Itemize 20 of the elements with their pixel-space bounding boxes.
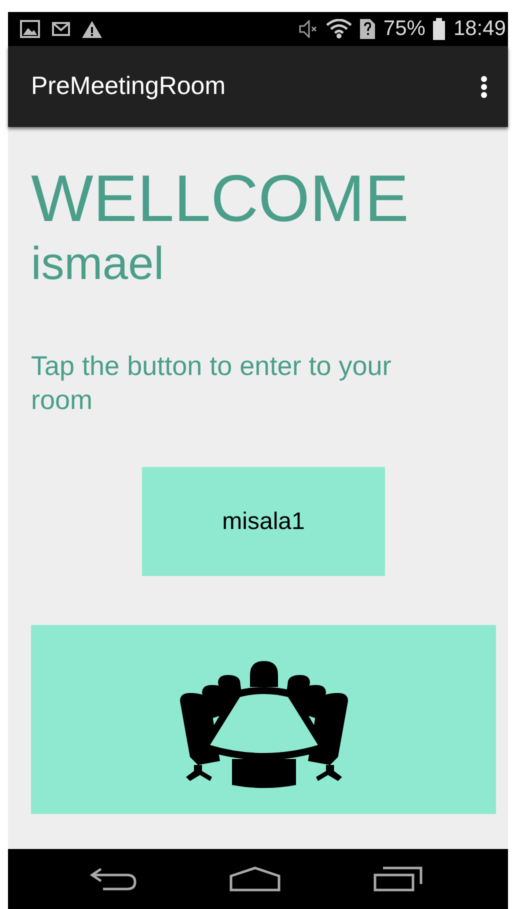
meeting-room-button[interactable] bbox=[31, 625, 496, 814]
room-button[interactable]: misala1 bbox=[142, 467, 385, 576]
mute-icon bbox=[298, 20, 318, 38]
warning-icon bbox=[82, 20, 102, 38]
clock-time: 18:49 bbox=[453, 17, 506, 41]
overflow-menu-icon[interactable] bbox=[480, 76, 488, 98]
wifi-icon bbox=[326, 19, 352, 39]
image-icon bbox=[20, 20, 40, 38]
sim-icon bbox=[360, 19, 376, 39]
mail-icon bbox=[52, 22, 70, 36]
recent-apps-icon[interactable] bbox=[373, 866, 423, 892]
user-name: ismael bbox=[31, 236, 165, 291]
instruction-text: Tap the button to enter to your room bbox=[31, 350, 392, 417]
home-icon[interactable] bbox=[229, 866, 281, 892]
battery-percentage: 75% bbox=[383, 17, 426, 41]
app-title: PreMeetingRoom bbox=[31, 72, 226, 101]
conference-table-icon bbox=[180, 660, 348, 788]
welcome-heading: WELLCOME bbox=[31, 161, 410, 235]
battery-icon bbox=[433, 18, 446, 40]
back-icon[interactable] bbox=[89, 867, 137, 891]
